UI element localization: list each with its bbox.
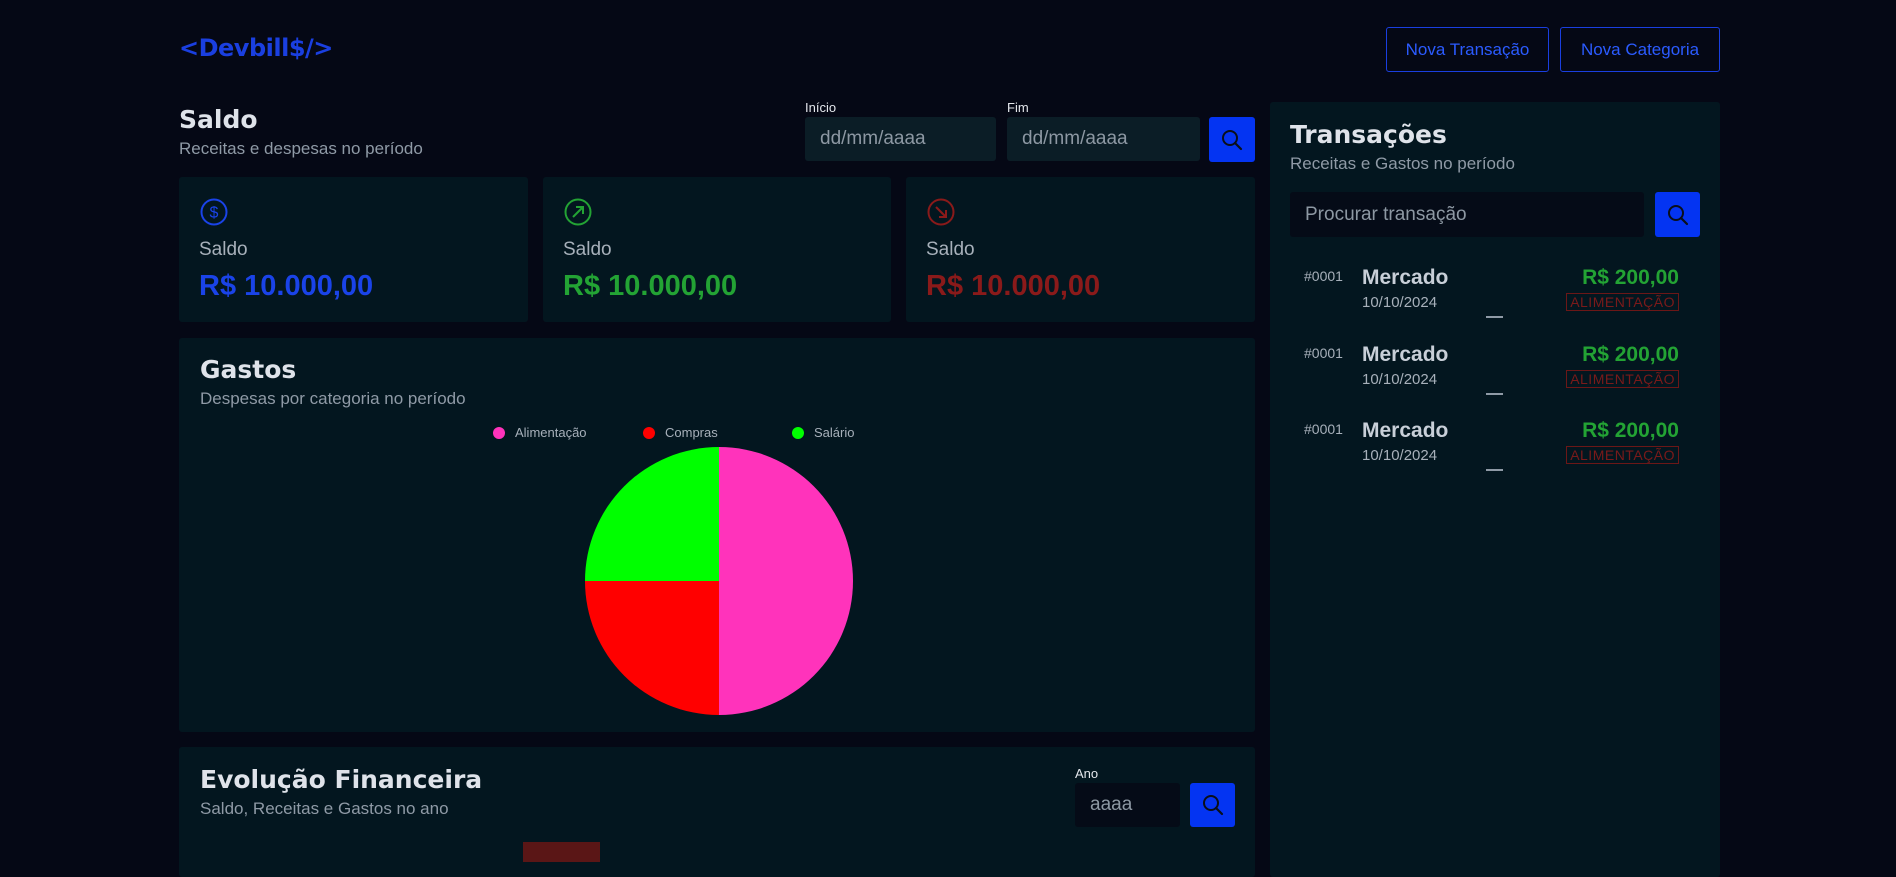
card-value: R$ 10.000,00 — [563, 270, 738, 302]
evolution-title: Evolução Financeira — [200, 765, 483, 794]
new-transaction-button[interactable]: Nova Transação — [1386, 27, 1549, 72]
transaction-search-button[interactable] — [1655, 192, 1700, 237]
card-label: Saldo — [199, 239, 248, 260]
search-icon — [1222, 129, 1243, 150]
period-search-button[interactable] — [1209, 117, 1255, 162]
transaction-date: 10/10/2024 — [1362, 294, 1438, 311]
transaction-item[interactable]: #0001 Mercado 10/10/2024 R$ 200,00 ALIME… — [1290, 262, 1685, 322]
new-category-button[interactable]: Nova Categoria — [1560, 27, 1720, 72]
transaction-amount: R$ 200,00 — [1582, 419, 1679, 442]
arrow-up-right-circle-icon — [564, 198, 592, 226]
pie-slice-alimentação[interactable] — [719, 447, 853, 715]
dollar-circle-icon: $ — [200, 198, 228, 226]
transaction-item[interactable]: #0001 Mercado 10/10/2024 R$ 200,00 ALIME… — [1290, 339, 1685, 399]
balance-subtitle: Receitas e despesas no período — [179, 139, 423, 158]
arrow-down-right-circle-icon — [927, 198, 955, 226]
logo-suffix: /> — [305, 34, 333, 62]
logo-name: Devbill$ — [198, 34, 306, 62]
summary-card-expense: Saldo R$ 10.000,00 — [906, 177, 1255, 322]
pie-slice-salário[interactable] — [585, 447, 719, 581]
legend-swatch — [643, 426, 655, 439]
transaction-category-badge: ALIMENTAÇÃO — [1566, 446, 1679, 464]
legend-item[interactable]: Salário — [792, 425, 854, 440]
transaction-item[interactable]: #0001 Mercado 10/10/2024 R$ 200,00 ALIME… — [1290, 415, 1685, 475]
search-icon — [1667, 204, 1688, 225]
legend-label: Salário — [814, 425, 855, 440]
transaction-id: #0001 — [1304, 345, 1343, 361]
legend-label: Compras — [665, 425, 718, 440]
evolution-subtitle: Saldo, Receitas e Gastos no ano — [200, 799, 449, 818]
end-date-label: Fim — [1007, 100, 1029, 115]
transaction-search-input[interactable]: Procurar transação — [1290, 192, 1644, 237]
transaction-date: 10/10/2024 — [1362, 371, 1438, 388]
card-label: Saldo — [563, 239, 612, 260]
legend-item[interactable]: Alimentação — [493, 425, 587, 440]
svg-text:$: $ — [210, 205, 219, 222]
expenses-title: Gastos — [200, 355, 297, 384]
transaction-id: #0001 — [1304, 268, 1343, 284]
transaction-divider — [1486, 393, 1503, 395]
card-value: R$ 10.000,00 — [199, 270, 374, 302]
transactions-subtitle: Receitas e Gastos no período — [1290, 154, 1515, 173]
summary-card-balance: $ Saldo R$ 10.000,00 — [179, 177, 528, 322]
card-value: R$ 10.000,00 — [926, 270, 1101, 302]
year-input[interactable]: aaaa — [1075, 783, 1180, 827]
expenses-subtitle: Despesas por categoria no período — [200, 389, 466, 408]
start-date-input[interactable]: dd/mm/aaaa — [805, 117, 996, 161]
pie-slice-compras[interactable] — [585, 581, 719, 715]
transaction-id: #0001 — [1304, 421, 1343, 437]
transaction-amount: R$ 200,00 — [1582, 266, 1679, 289]
transaction-amount: R$ 200,00 — [1582, 343, 1679, 366]
legend-label: Alimentação — [515, 425, 587, 440]
evolution-chart-bar — [523, 842, 600, 862]
search-icon — [1202, 795, 1223, 816]
year-label: Ano — [1075, 766, 1099, 781]
expenses-pie-chart — [585, 447, 853, 715]
transaction-category-badge: ALIMENTAÇÃO — [1566, 293, 1679, 311]
transaction-name: Mercado — [1362, 419, 1449, 442]
legend-swatch — [792, 426, 804, 439]
transaction-divider — [1486, 316, 1503, 318]
transaction-date: 10/10/2024 — [1362, 447, 1438, 464]
transaction-name: Mercado — [1362, 266, 1449, 289]
transactions-title: Transações — [1290, 120, 1447, 149]
app-logo: <Devbill$/> — [179, 34, 333, 62]
transaction-divider — [1486, 469, 1503, 471]
logo-prefix: < — [179, 34, 199, 62]
card-label: Saldo — [926, 239, 975, 260]
year-search-button[interactable] — [1190, 783, 1235, 827]
start-date-label: Início — [805, 100, 837, 115]
transaction-name: Mercado — [1362, 343, 1449, 366]
transaction-category-badge: ALIMENTAÇÃO — [1566, 370, 1679, 388]
legend-item[interactable]: Compras — [643, 425, 718, 440]
end-date-input[interactable]: dd/mm/aaaa — [1007, 117, 1200, 161]
balance-title: Saldo — [179, 105, 258, 134]
summary-card-income: Saldo R$ 10.000,00 — [543, 177, 891, 322]
legend-swatch — [493, 426, 505, 439]
